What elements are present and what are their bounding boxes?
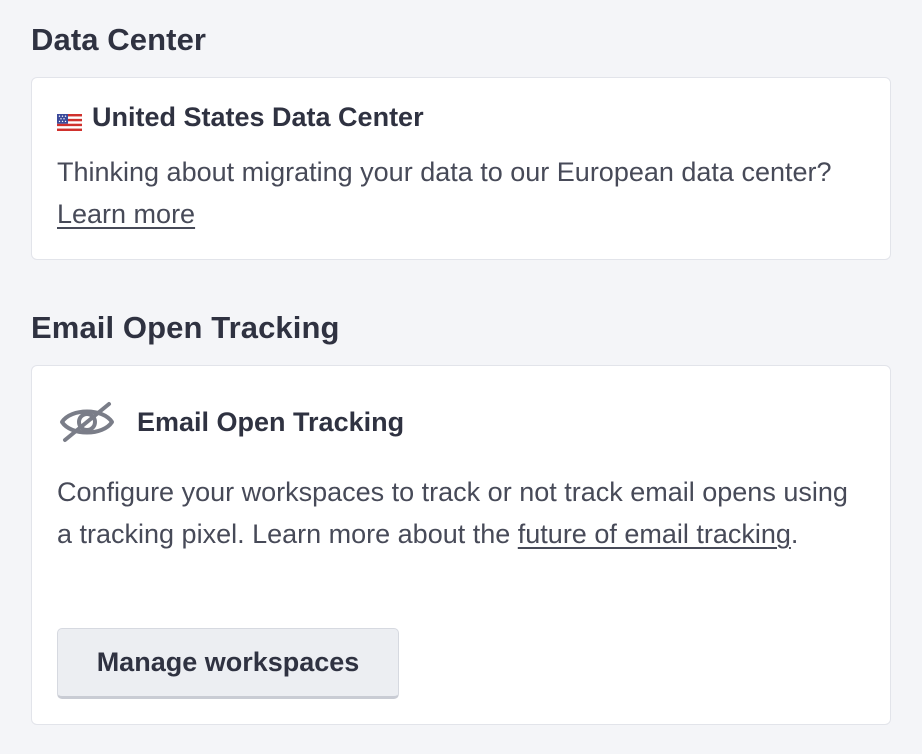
data-center-card-title: United States Data Center <box>92 102 424 132</box>
data-center-card: United States Data Center Thinking about… <box>31 77 891 260</box>
email-open-tracking-card-heading: Email Open Tracking <box>57 400 404 444</box>
email-open-tracking-description-suffix: . <box>790 519 799 549</box>
eye-slash-icon <box>57 400 117 444</box>
email-open-tracking-card-title: Email Open Tracking <box>137 406 405 437</box>
email-open-tracking-card: Email Open Tracking Configure your works… <box>31 365 891 725</box>
email-open-tracking-section-title: Email Open Tracking <box>31 310 340 345</box>
us-flag-icon <box>57 107 82 131</box>
data-center-section-title: Data Center <box>31 22 207 57</box>
manage-workspaces-button[interactable]: Manage workspaces <box>57 628 399 699</box>
data-center-card-heading: United States Data Center <box>57 102 424 133</box>
learn-more-link[interactable]: Learn more <box>57 199 195 229</box>
email-open-tracking-description: Configure your workspaces to track or no… <box>57 471 850 555</box>
data-center-description-text: Thinking about migrating your data to ou… <box>57 157 832 187</box>
data-center-description: Thinking about migrating your data to ou… <box>57 151 850 235</box>
future-of-email-tracking-link[interactable]: future of email tracking <box>518 519 791 549</box>
